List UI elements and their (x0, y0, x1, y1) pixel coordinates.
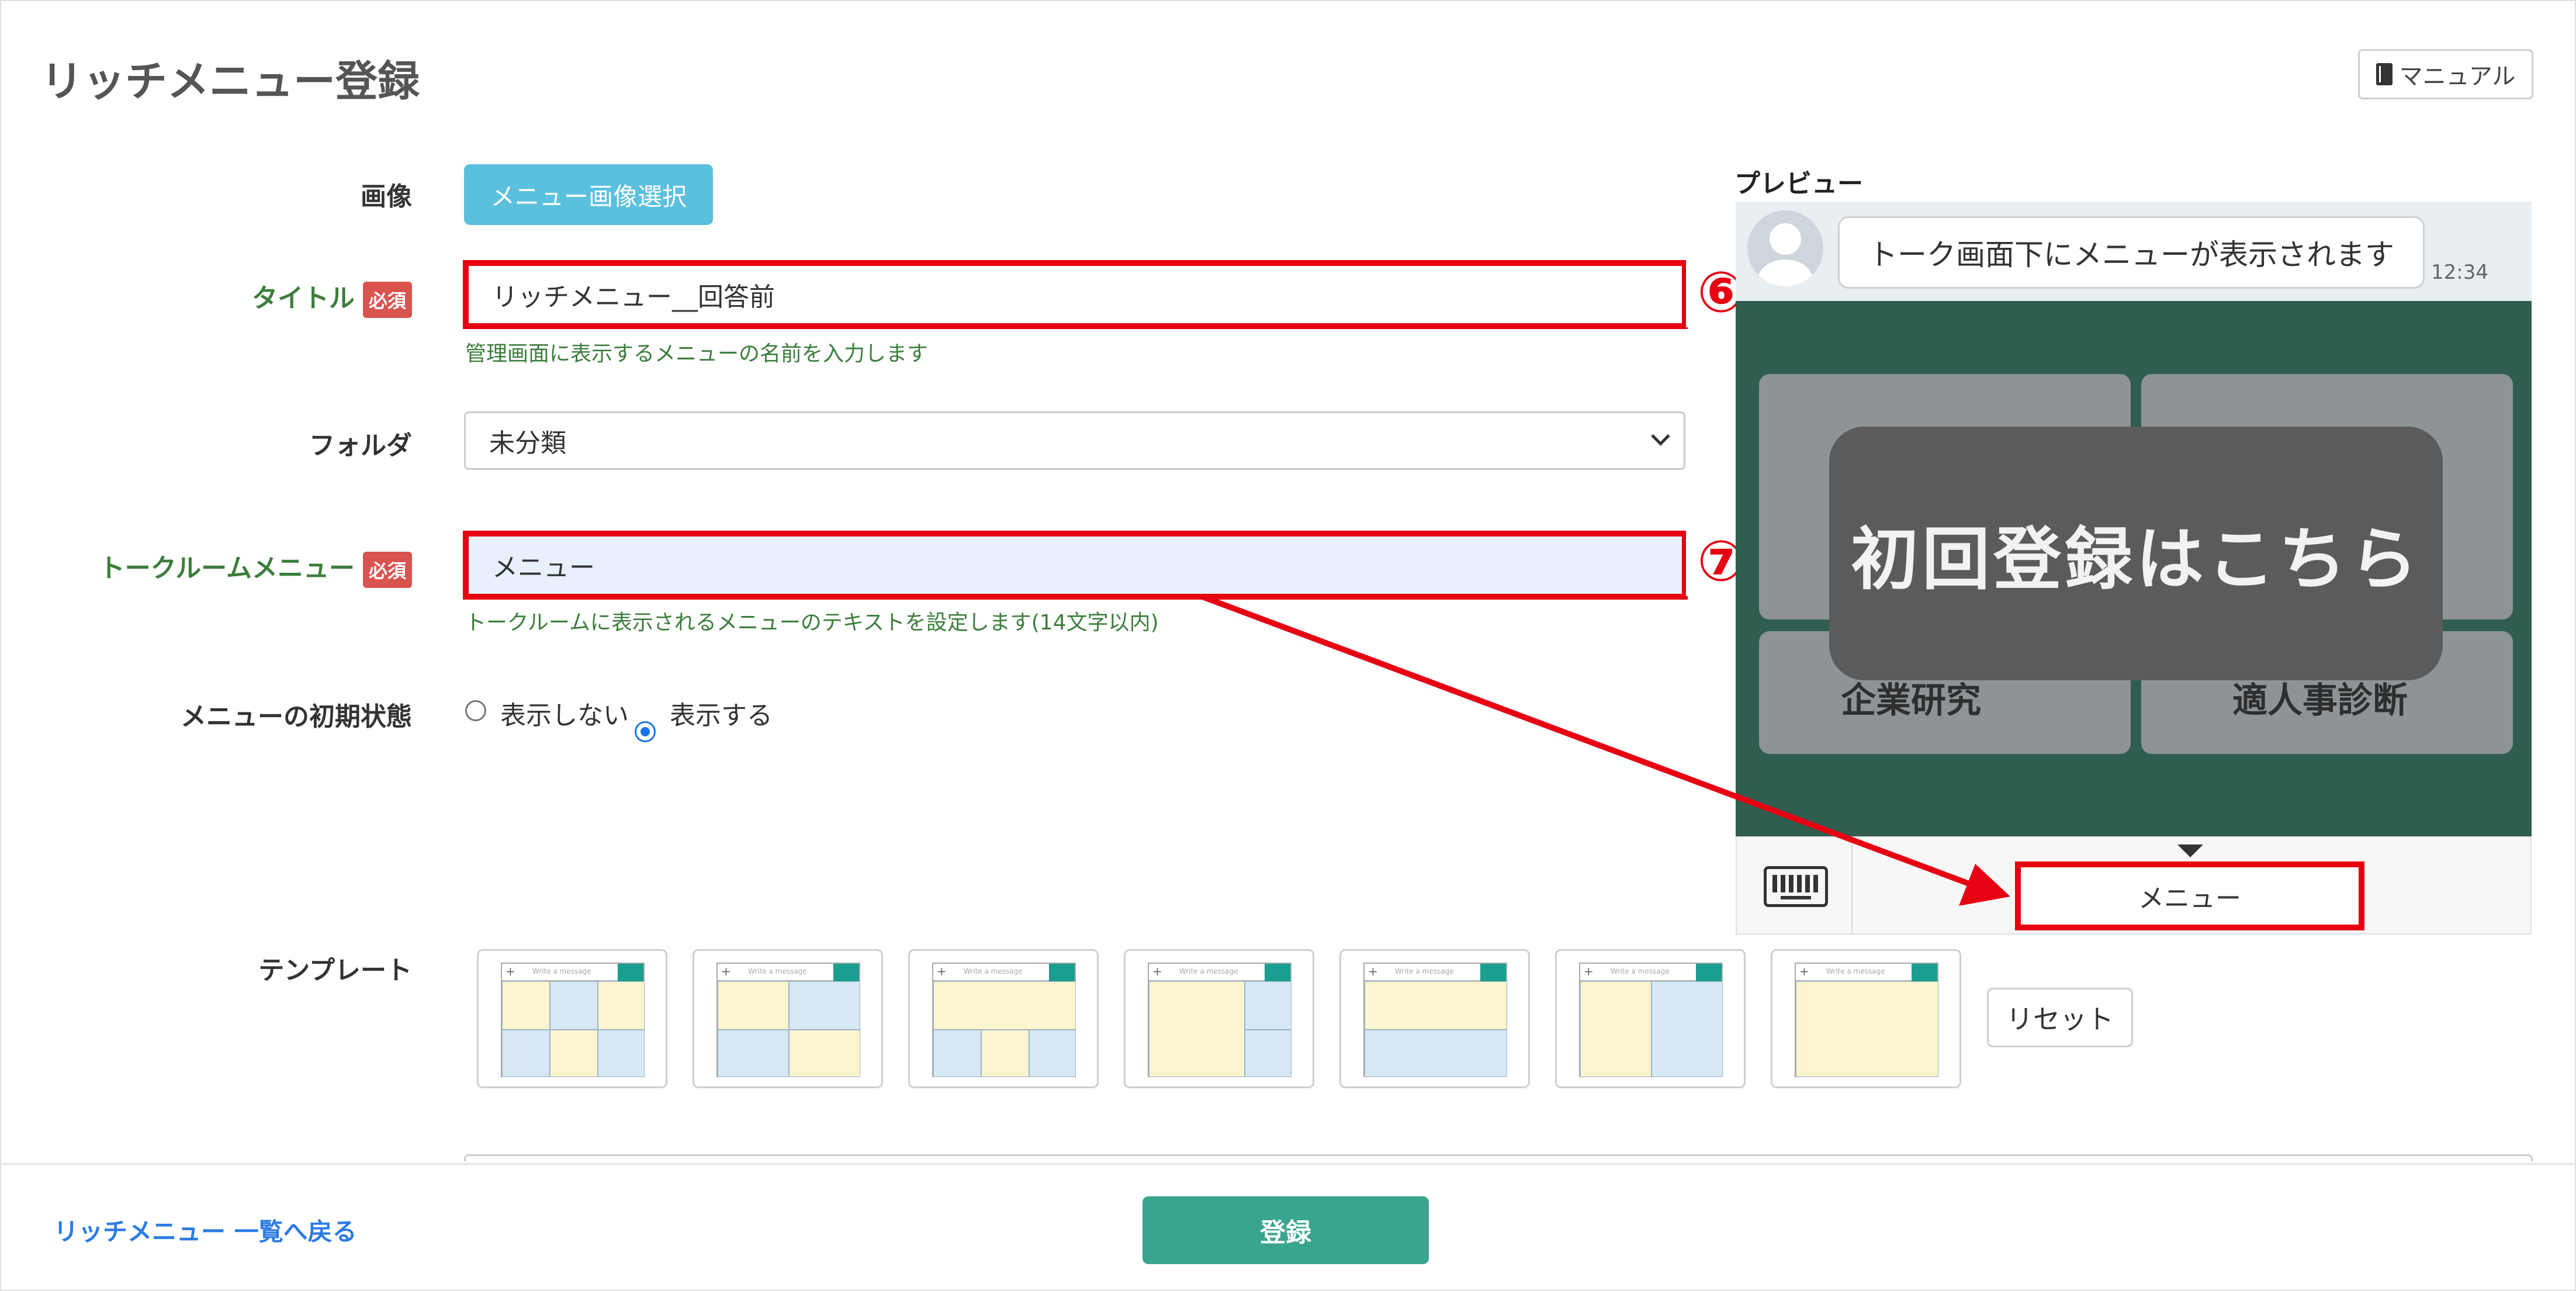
template-option-2[interactable]: + Write a message (693, 949, 883, 1088)
register-button[interactable]: 登録 (1142, 1196, 1429, 1264)
template-label: テンプレート (258, 956, 412, 985)
template-option-6[interactable]: + Write a message (1555, 949, 1746, 1088)
template-option-7[interactable]: + Write a message (1771, 949, 1961, 1088)
footer-divider (1, 1163, 2575, 1165)
template-option-3[interactable]: + Write a message (908, 949, 1099, 1088)
reset-button[interactable]: リセット (1987, 988, 2133, 1047)
template-option-4[interactable]: + Write a message (1124, 949, 1314, 1088)
back-to-list-link[interactable]: リッチメニュー 一覧へ戻る (54, 1212, 357, 1248)
template-option-5[interactable]: + Write a message (1339, 949, 1530, 1088)
annotation-arrow (1203, 594, 2010, 906)
template-option-1[interactable]: + Write a message (477, 949, 667, 1088)
editor-area-partial (464, 1154, 2533, 1161)
